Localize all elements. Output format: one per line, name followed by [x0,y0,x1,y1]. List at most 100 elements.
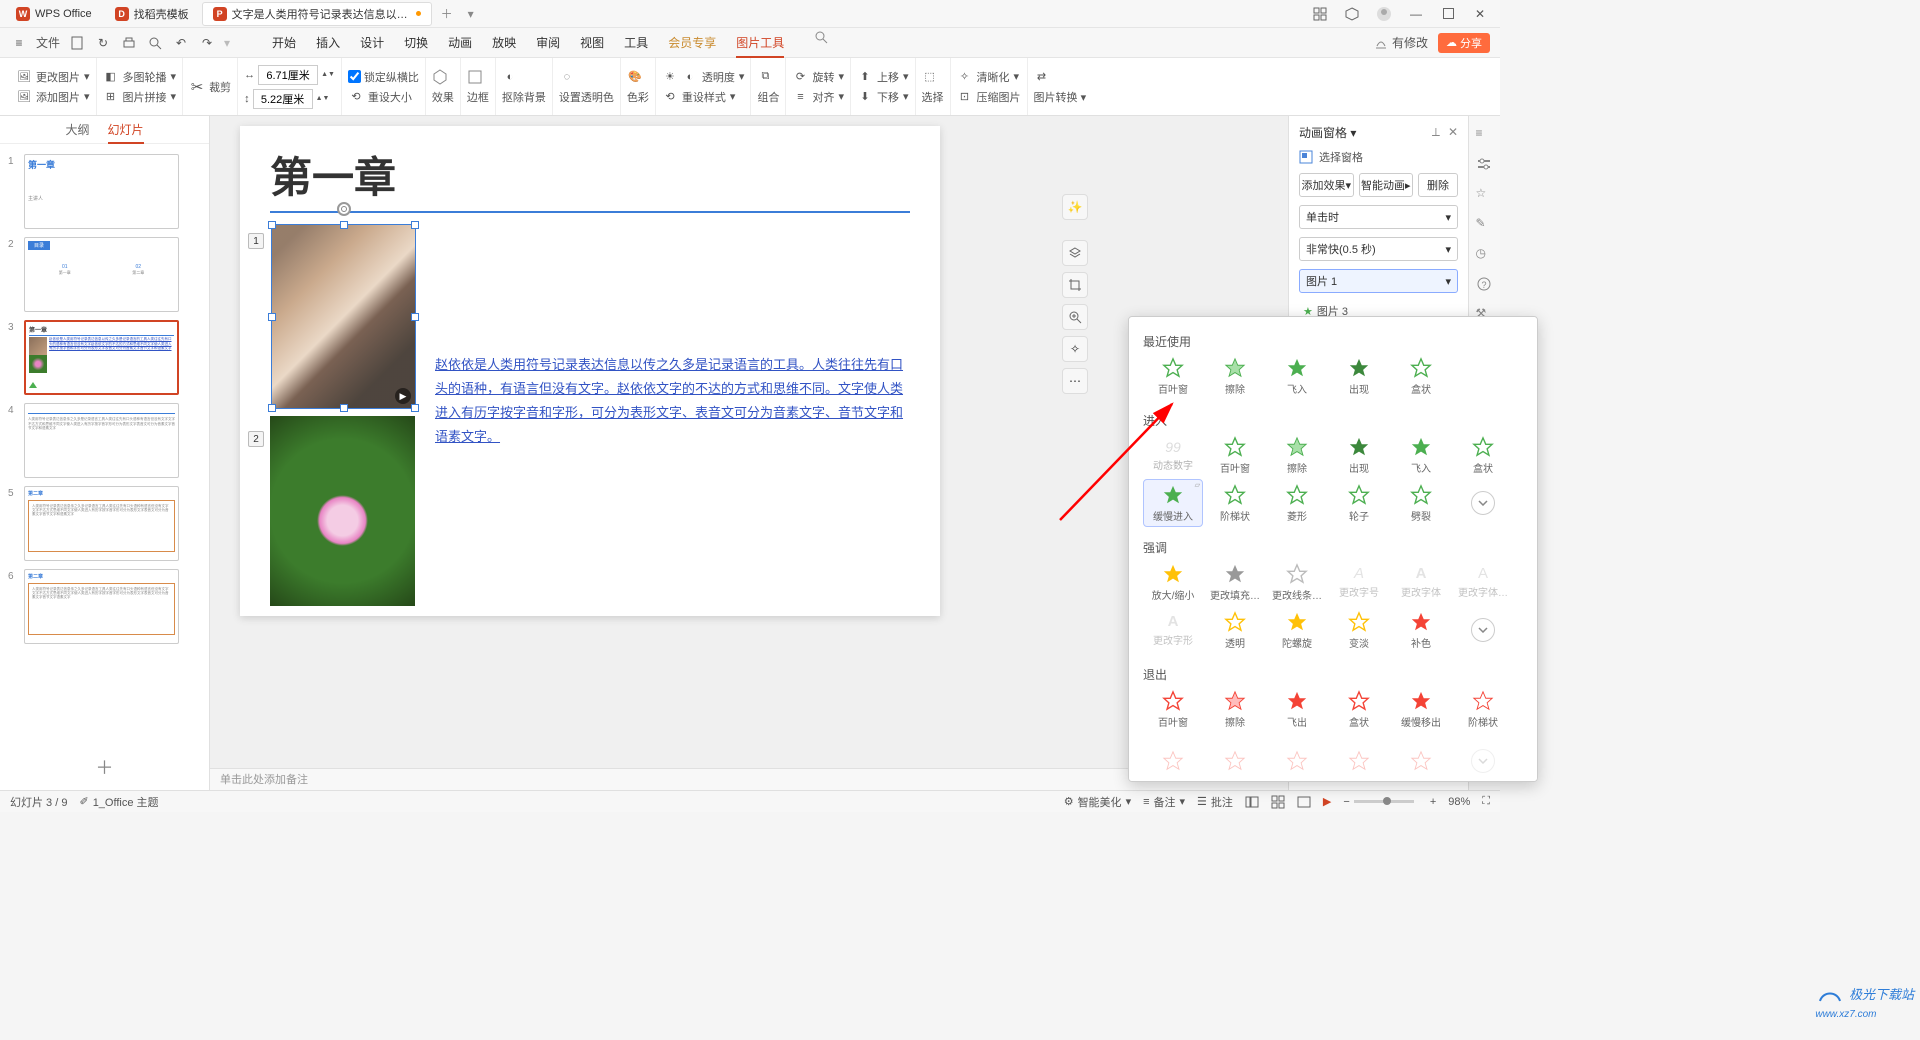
lock-ratio-checkbox[interactable]: 锁定纵横比 [348,69,419,85]
tab-templates[interactable]: D找稻壳模板 [105,2,199,26]
anim-enter-strips[interactable]: 阶梯状 [1205,479,1265,527]
cube-icon[interactable] [1338,2,1366,26]
anim-enter-blinds[interactable]: 百叶窗 [1205,431,1265,479]
redo-icon[interactable]: ↷ [198,34,216,52]
magic-wand-icon[interactable]: ✧ [1062,336,1088,362]
hamburger-icon[interactable]: ≡ [10,34,28,52]
side-text-icon[interactable]: ✎ [1476,216,1494,234]
border-button[interactable] [467,69,489,85]
anim-emph-fontshape[interactable]: A更改字形 [1143,606,1203,654]
color-button[interactable]: 🎨 [627,69,649,85]
height-input[interactable]: ↕▲▼ [244,89,335,109]
anim-exit-slow[interactable]: 缓慢移出 [1391,685,1451,733]
anim-enter-box[interactable]: 盒状 [1453,431,1513,479]
move-down-button[interactable]: ⬇下移 ▾ [857,89,909,105]
thumbnail-list[interactable]: 1第一章主讲人 2目录0102第一章第二章 3第一章赵依依是人类用符号记录表达信… [0,144,209,744]
avatar-icon[interactable] [1370,2,1398,26]
zoom-label[interactable]: 98% [1448,796,1470,808]
move-up-button[interactable]: ⬆上移 ▾ [857,69,909,85]
trigger-select[interactable]: 单击时▾ [1299,205,1458,229]
crop-button[interactable]: ✂裁剪 [189,79,231,95]
anim-emph-fade[interactable]: 变淡 [1329,606,1389,654]
add-image-button[interactable]: 🖼添加图片 ▾ [16,89,90,105]
tab-transition[interactable]: 切换 [404,28,428,58]
anim-emph-fontstyle[interactable]: A更改字体… [1453,558,1513,606]
anim-enter-flyin[interactable]: 飞入 [1391,431,1451,479]
emphasis-expand-button[interactable] [1471,618,1495,642]
handle-tl[interactable] [268,221,276,229]
tab-animation[interactable]: 动画 [448,28,472,58]
align-button[interactable]: ≡对齐 ▾ [792,89,844,105]
handle-tr[interactable] [411,221,419,229]
tab-picture-tools[interactable]: 图片工具 [736,28,784,58]
zoom-out-button[interactable]: − [1343,796,1349,808]
enter-expand-button[interactable] [1471,491,1495,515]
tab-slideshow[interactable]: 放映 [492,28,516,58]
multi-outline-button[interactable]: ◧多图轮播 ▾ [103,69,177,85]
refresh-icon[interactable]: ↻ [94,34,112,52]
tab-document[interactable]: P文字是人类用符号记录表达信息以… [202,2,432,26]
anim-recent-blinds[interactable]: 百叶窗 [1143,352,1203,400]
notes-button[interactable]: ≡ 备注 ▾ [1143,794,1185,810]
undo-icon[interactable]: ↶ [172,34,190,52]
maximize-button[interactable] [1434,2,1462,26]
anim-enter-wheel[interactable]: 轮子 [1329,479,1389,527]
select-button[interactable]: ⬚ [922,69,944,85]
handle-bl[interactable] [268,404,276,412]
view-normal-button[interactable] [1245,795,1259,809]
zoom-in-button[interactable]: + [1430,796,1436,808]
has-modifications[interactable]: 有修改 [1374,34,1428,51]
side-hamburger-icon[interactable]: ≡ [1476,126,1494,144]
change-image-button[interactable]: 🖼更改图片 ▾ [16,69,90,85]
anim-emph-grow[interactable]: 放大/缩小 [1143,558,1203,606]
anim-exit-strips[interactable]: 阶梯状 [1453,685,1513,733]
slide-title[interactable]: 第一章 [270,144,910,205]
side-clock-icon[interactable]: ◷ [1476,246,1494,264]
anim-recent-wipe[interactable]: 擦除 [1205,352,1265,400]
new-icon[interactable] [68,34,86,52]
slide-thumb-4[interactable]: 人类用符号记录表达信息传之久多是记录语言工具人类往往先有口头语种有语言但没有文字… [24,403,179,478]
sharpen-button[interactable]: ✧清晰化 ▾ [957,69,1021,85]
handle-r[interactable] [411,313,419,321]
anim-recent-flyin[interactable]: 飞入 [1267,352,1327,400]
anim-exit-flyout[interactable]: 飞出 [1267,685,1327,733]
add-effect-button[interactable]: 添加效果 ▾ [1299,173,1354,197]
slide-thumb-2[interactable]: 目录0102第一章第二章 [24,237,179,312]
handle-t[interactable] [340,221,348,229]
notes-bar[interactable]: 单击此处添加备注 [210,768,1288,790]
anim-emph-spin[interactable]: 陀螺旋 [1267,606,1327,654]
smart-anim-button[interactable]: 智能动画 ▸ [1359,173,1414,197]
anim-emph-transparent[interactable]: 透明 [1205,606,1265,654]
slide-canvas[interactable]: 第一章 1 [240,126,940,616]
slides-tab[interactable]: 幻灯片 [108,116,144,144]
tab-add-button[interactable]: ＋ [435,2,459,26]
image-2[interactable] [270,416,415,606]
image-menu-icon[interactable]: ▶ [395,388,411,404]
handle-b[interactable] [340,404,348,412]
anim-emph-fill[interactable]: 更改填充… [1205,558,1265,606]
outline-tab[interactable]: 大纲 [65,116,89,144]
tab-dropdown-button[interactable]: ▾ [459,2,483,26]
reset-size-button[interactable]: ⟲重设大小 [348,89,419,105]
select-pane-link[interactable]: 选择窗格 [1299,149,1458,165]
anim-recent-box[interactable]: 盒状 [1391,352,1451,400]
delete-button[interactable]: 删除 [1418,173,1458,197]
grid-icon[interactable] [1306,2,1334,26]
search-icon[interactable] [812,28,830,46]
slide-text[interactable]: 赵依依是人类用符号记录表达信息以传之久多是记录语言的工具。人类往往先有口头的语种… [425,223,910,606]
side-settings-icon[interactable] [1476,156,1494,174]
view-slideshow-button[interactable]: ▶ [1323,795,1331,808]
anim-enter-diamond[interactable]: 菱形 [1267,479,1327,527]
zoom-tool-icon[interactable] [1062,304,1088,330]
view-reading-button[interactable] [1297,795,1311,809]
image-join-button[interactable]: ⊞图片拼接 ▾ [103,89,177,105]
fit-button[interactable]: ⛶ [1482,795,1490,808]
anim-enter-wipe[interactable]: 擦除 [1267,431,1327,479]
view-sorter-button[interactable] [1271,795,1285,809]
convert-button[interactable]: ⇄ [1034,69,1087,85]
tab-review[interactable]: 审阅 [536,28,560,58]
anim-enter-appear[interactable]: 出现 [1329,431,1389,479]
anim-emph-complement[interactable]: 补色 [1391,606,1451,654]
tab-tools[interactable]: 工具 [624,28,648,58]
anim-enter-dynamic[interactable]: 99动态数字 [1143,431,1203,479]
